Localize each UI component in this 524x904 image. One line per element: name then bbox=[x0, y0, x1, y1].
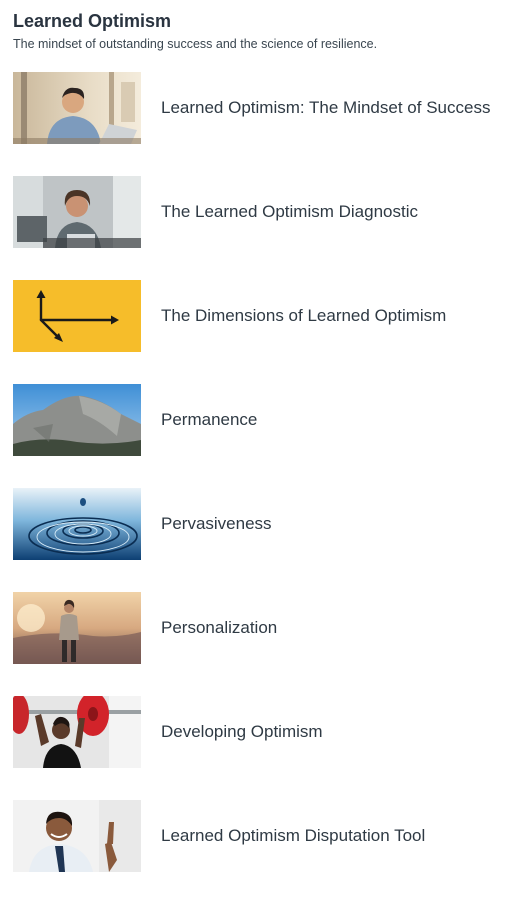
lesson-title[interactable]: The Learned Optimism Diagnostic bbox=[161, 202, 418, 222]
man-pointing-thumbnail[interactable] bbox=[13, 800, 141, 872]
lesson-item-permanence[interactable]: Permanence bbox=[13, 384, 518, 456]
businessman-laptop-thumbnail[interactable] bbox=[13, 72, 141, 144]
lesson-list: Learned Optimism: The Mindset of Success… bbox=[13, 72, 518, 904]
lesson-item-dimensions[interactable]: The Dimensions of Learned Optimism bbox=[13, 280, 518, 352]
lesson-title[interactable]: Learned Optimism: The Mindset of Success bbox=[161, 98, 490, 118]
course-header: Learned Optimism The mindset of outstand… bbox=[13, 10, 513, 52]
woman-office-photo bbox=[13, 176, 141, 248]
woman-sunset-photo bbox=[13, 592, 141, 664]
axes-thumbnail[interactable] bbox=[13, 280, 141, 352]
water-ripple-photo bbox=[13, 488, 141, 560]
lesson-item-pervasiveness[interactable]: Pervasiveness bbox=[13, 488, 518, 560]
lesson-title[interactable]: Personalization bbox=[161, 618, 277, 638]
water-ripple-thumbnail[interactable] bbox=[13, 488, 141, 560]
course-title: Learned Optimism bbox=[13, 11, 172, 31]
mountain-thumbnail[interactable] bbox=[13, 384, 141, 456]
weightlifter-thumbnail[interactable] bbox=[13, 696, 141, 768]
mountain-photo bbox=[13, 384, 141, 456]
lesson-item-diagnostic[interactable]: The Learned Optimism Diagnostic bbox=[13, 176, 518, 248]
course-subtitle: The mindset of outstanding success and t… bbox=[13, 37, 378, 51]
weightlifter-photo bbox=[13, 696, 141, 768]
lesson-title[interactable]: Pervasiveness bbox=[161, 514, 272, 534]
lesson-title[interactable]: Developing Optimism bbox=[161, 722, 323, 742]
man-pointing-photo bbox=[13, 800, 141, 872]
businessman-laptop-photo bbox=[13, 72, 141, 144]
woman-sunset-thumbnail[interactable] bbox=[13, 592, 141, 664]
lesson-item-developing-optimism[interactable]: Developing Optimism bbox=[13, 696, 518, 768]
lesson-title[interactable]: Permanence bbox=[161, 410, 257, 430]
lesson-item-mindset-of-success[interactable]: Learned Optimism: The Mindset of Success bbox=[13, 72, 518, 144]
woman-office-thumbnail[interactable] bbox=[13, 176, 141, 248]
axes-arrows-icon bbox=[13, 280, 141, 352]
lesson-title[interactable]: Learned Optimism Disputation Tool bbox=[161, 826, 425, 846]
lesson-title[interactable]: The Dimensions of Learned Optimism bbox=[161, 306, 446, 326]
lesson-item-disputation-tool[interactable]: Learned Optimism Disputation Tool bbox=[13, 800, 518, 872]
lesson-item-personalization[interactable]: Personalization bbox=[13, 592, 518, 664]
